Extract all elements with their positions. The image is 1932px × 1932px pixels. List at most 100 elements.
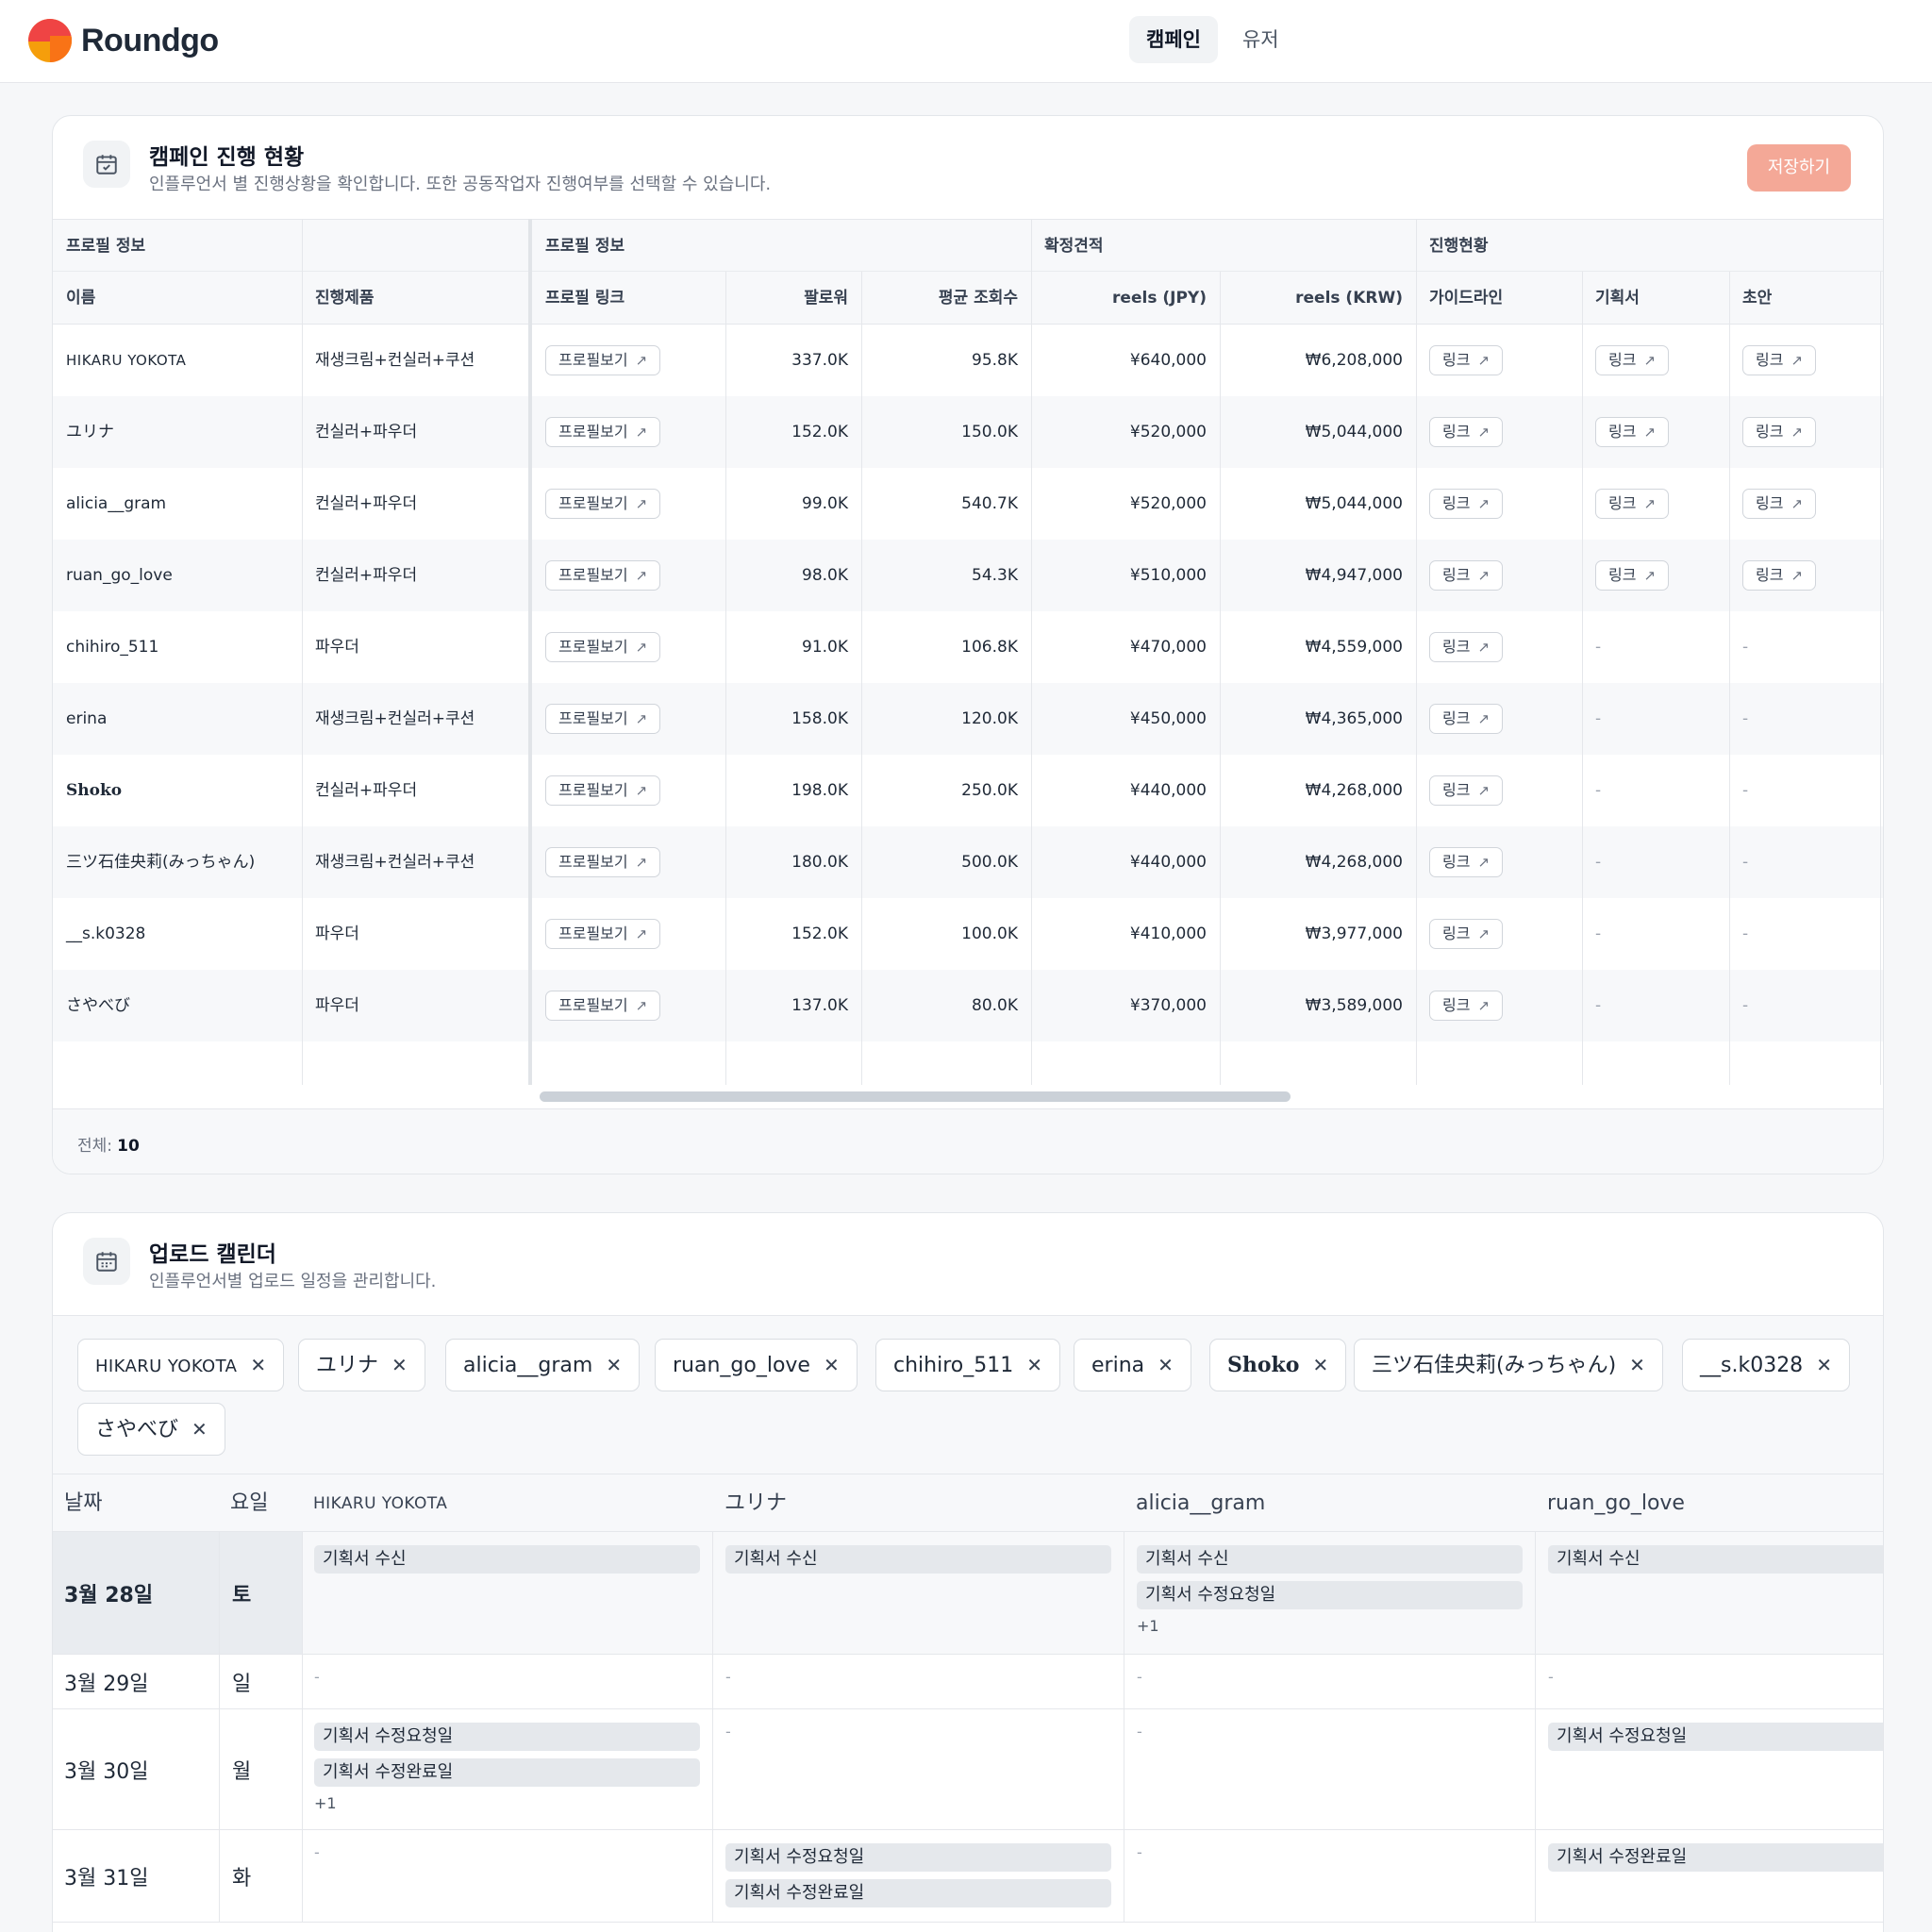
guide-link-button[interactable]: 링크 ↗ xyxy=(1429,704,1504,734)
nav-tab-users[interactable]: 유저 xyxy=(1225,16,1296,63)
schedule-cell[interactable]: 기획서 수신기획서 수정요청일 +1 xyxy=(1124,1532,1536,1654)
schedule-cell[interactable]: - xyxy=(302,1655,713,1708)
draft-link-button[interactable]: 링크 ↗ xyxy=(1742,345,1817,375)
plan-link-button[interactable]: 링크 ↗ xyxy=(1595,417,1670,447)
influencer-chip[interactable]: ruan_go_love ✕ xyxy=(655,1339,858,1391)
col-header-profile-link[interactable]: 프로필 링크 xyxy=(532,272,725,325)
schedule-cell[interactable]: - xyxy=(713,1709,1124,1829)
profile-view-button[interactable]: 프로필보기 ↗ xyxy=(545,704,661,734)
schedule-cell[interactable]: - xyxy=(713,1655,1124,1708)
influencer-chip[interactable]: chihiro_511 ✕ xyxy=(875,1339,1060,1391)
schedule-event[interactable]: 기획서 수신 xyxy=(314,1545,700,1574)
remove-chip-icon[interactable]: ✕ xyxy=(1629,1354,1645,1376)
schedule-cell[interactable]: 기획서 수신 xyxy=(713,1532,1124,1654)
product-name: 재생크림+컨실러+쿠션 xyxy=(315,351,475,370)
schedule-event[interactable]: 기획서 수정완료일 xyxy=(725,1879,1111,1907)
reels-price-krw: ₩5,044,000 xyxy=(1305,423,1403,441)
influencer-chip[interactable]: __s.k0328 ✕ xyxy=(1682,1339,1850,1391)
draft-link-button[interactable]: 링크 ↗ xyxy=(1742,417,1817,447)
schedule-event[interactable]: 기획서 수정요청일 xyxy=(725,1843,1111,1872)
schedule-cell[interactable]: - xyxy=(1536,1655,1883,1708)
guide-link-button[interactable]: 링크 ↗ xyxy=(1429,345,1504,375)
schedule-event[interactable]: 기획서 수신 xyxy=(725,1545,1111,1574)
schedule-event[interactable]: 기획서 수정요청일 xyxy=(1137,1581,1523,1609)
influencer-chip[interactable]: HIKARU YOKOTA ✕ xyxy=(77,1339,285,1391)
profile-view-button[interactable]: 프로필보기 ↗ xyxy=(545,991,661,1021)
col-header-followers[interactable]: 팔로워 xyxy=(725,272,861,325)
influencer-chip[interactable]: さやべび ✕ xyxy=(77,1403,225,1456)
profile-view-button[interactable]: 프로필보기 ↗ xyxy=(545,345,661,375)
schedule-event[interactable]: 기획서 수신 xyxy=(1137,1545,1523,1574)
weekday-cell: 일 xyxy=(219,1655,302,1708)
draft-cell: 링크 ↗ xyxy=(1729,325,1880,396)
schedule-cell[interactable]: 기획서 수정요청일 xyxy=(1536,1709,1883,1829)
draft-link-button[interactable]: 링크 ↗ xyxy=(1742,560,1817,591)
influencer-chip[interactable]: ユリナ ✕ xyxy=(298,1339,425,1391)
more-events-count[interactable]: +1 xyxy=(1137,1617,1523,1635)
remove-chip-icon[interactable]: ✕ xyxy=(824,1354,840,1376)
plan-link-button[interactable]: 링크 ↗ xyxy=(1595,489,1670,519)
schedule-cell[interactable]: - xyxy=(1124,1655,1536,1708)
schedule-cell[interactable]: 기획서 수정요청일기획서 수정완료일 +1 xyxy=(302,1709,713,1829)
guide-link-button[interactable]: 링크 ↗ xyxy=(1429,847,1504,877)
profile-view-button[interactable]: 프로필보기 ↗ xyxy=(545,775,661,806)
guide-link-button[interactable]: 링크 ↗ xyxy=(1429,775,1504,806)
remove-chip-icon[interactable]: ✕ xyxy=(1158,1354,1174,1376)
profile-view-button[interactable]: 프로필보기 ↗ xyxy=(545,489,661,519)
remove-chip-icon[interactable]: ✕ xyxy=(1312,1354,1328,1376)
guide-link-button[interactable]: 링크 ↗ xyxy=(1429,417,1504,447)
col-header-name[interactable]: 이름 xyxy=(53,272,302,325)
profile-view-button[interactable]: 프로필보기 ↗ xyxy=(545,632,661,662)
save-button[interactable]: 저장하기 xyxy=(1747,144,1851,192)
influencer-chip[interactable]: Shoko ✕ xyxy=(1209,1339,1347,1391)
avg-views: 95.8K xyxy=(972,351,1018,370)
remove-chip-icon[interactable]: ✕ xyxy=(391,1354,408,1376)
column-divider xyxy=(219,1830,220,1922)
profile-view-button[interactable]: 프로필보기 ↗ xyxy=(545,847,661,877)
guide-link-button[interactable]: 링크 ↗ xyxy=(1429,489,1504,519)
remove-chip-icon[interactable]: ✕ xyxy=(606,1354,622,1376)
nav-tab-campaign[interactable]: 캠페인 xyxy=(1129,16,1218,63)
schedule-event[interactable]: 기획서 수정완료일 xyxy=(314,1758,700,1787)
col-header-reels-jpy[interactable]: reels (JPY) xyxy=(1031,272,1220,325)
remove-chip-icon[interactable]: ✕ xyxy=(1816,1354,1832,1376)
col-header-plan[interactable]: 기획서 xyxy=(1582,272,1729,325)
influencer-chip[interactable]: erina ✕ xyxy=(1074,1339,1191,1391)
schedule-event[interactable]: 기획서 수정완료일 xyxy=(1548,1843,1883,1872)
scrollbar-thumb[interactable] xyxy=(540,1091,1291,1102)
guide-link-button[interactable]: 링크 ↗ xyxy=(1429,632,1504,662)
brand-logo[interactable]: Roundgo xyxy=(28,17,219,64)
draft-link-button[interactable]: 링크 ↗ xyxy=(1742,489,1817,519)
col-header-reels-krw[interactable]: reels (KRW) xyxy=(1220,272,1416,325)
guide-link-button[interactable]: 링크 ↗ xyxy=(1429,991,1504,1021)
more-events-count[interactable]: +1 xyxy=(314,1794,700,1812)
schedule-cell[interactable]: 기획서 수신 xyxy=(1536,1532,1883,1654)
horizontal-scrollbar[interactable] xyxy=(532,1085,1883,1108)
remove-chip-icon[interactable]: ✕ xyxy=(1026,1354,1042,1376)
schedule-event[interactable]: 기획서 수정요청일 xyxy=(314,1723,700,1751)
schedule-event[interactable]: 기획서 수신 xyxy=(1548,1545,1883,1574)
remove-chip-icon[interactable]: ✕ xyxy=(250,1354,266,1376)
schedule-cell[interactable]: - xyxy=(1124,1830,1536,1922)
influencer-chip[interactable]: 三ツ石佳央莉(みっちゃん) ✕ xyxy=(1354,1339,1663,1391)
col-header-product[interactable]: 진행제품 xyxy=(302,272,528,325)
schedule-cell[interactable]: - xyxy=(1124,1709,1536,1829)
col-header-draft[interactable]: 초안 xyxy=(1729,272,1880,325)
remove-chip-icon[interactable]: ✕ xyxy=(192,1418,208,1441)
schedule-cell[interactable]: 기획서 수신 xyxy=(302,1532,713,1654)
profile-view-button[interactable]: 프로필보기 ↗ xyxy=(545,417,661,447)
col-header-avg-views[interactable]: 평균 조회수 xyxy=(861,272,1031,325)
schedule-event[interactable]: 기획서 수정요청일 xyxy=(1548,1723,1883,1751)
col-header-guideline[interactable]: 가이드라인 xyxy=(1416,272,1582,325)
profile-view-button[interactable]: 프로필보기 ↗ xyxy=(545,560,661,591)
schedule-cell[interactable]: 기획서 수정요청일기획서 수정완료일 xyxy=(713,1830,1124,1922)
plan-link-button[interactable]: 링크 ↗ xyxy=(1595,345,1670,375)
plan-link-button[interactable]: 링크 ↗ xyxy=(1595,560,1670,591)
profile-view-button[interactable]: 프로필보기 ↗ xyxy=(545,919,661,949)
influencer-chip[interactable]: alicia__gram ✕ xyxy=(445,1339,641,1391)
schedule-cell[interactable]: - xyxy=(302,1830,713,1922)
guide-link-button[interactable]: 링크 ↗ xyxy=(1429,560,1504,591)
plan-cell: - xyxy=(1582,970,1729,1041)
schedule-cell[interactable]: 기획서 수정완료일 xyxy=(1536,1830,1883,1922)
guide-link-button[interactable]: 링크 ↗ xyxy=(1429,919,1504,949)
